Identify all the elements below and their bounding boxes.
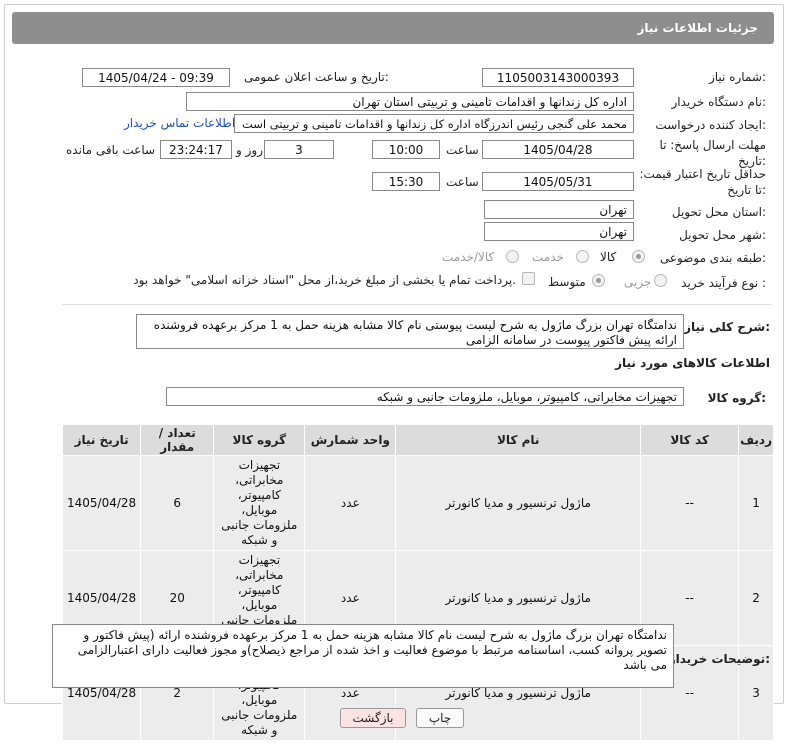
announce-date-label: تاریخ و ساعت اعلان عمومی:: [244, 70, 389, 84]
cell-row: 1: [738, 455, 774, 551]
need-number-label: شماره نیاز:: [708, 70, 766, 84]
purchase-medium-radio[interactable]: [592, 274, 605, 287]
category-goods-service-radio[interactable]: [506, 250, 519, 263]
province-field: تهران: [484, 200, 634, 219]
price-hour-label: ساعت: [446, 175, 479, 189]
cell-row: 2: [738, 550, 774, 646]
buyer-org-field: اداره کل زندانها و اقدامات تامینی و تربی…: [186, 92, 634, 111]
cell-code: --: [640, 455, 740, 551]
price-validity-label: حداقل تاریخ اعتبار قیمت: تا تاریخ:: [639, 167, 766, 197]
cell-group: تجهیزات مخابراتی، کامپیوتر، موبایل، ملزو…: [213, 455, 306, 551]
cell-unit: عدد: [304, 455, 397, 551]
creator-label: ایجاد کننده درخواست:: [655, 118, 766, 132]
page-title-bar: جزئیات اطلاعات نیاز: [12, 12, 774, 44]
description-textarea: ندامتگاه تهران بزرگ ماژول به شرح لیست پی…: [136, 314, 684, 349]
reply-date-field: 1405/04/28: [482, 140, 634, 159]
col-date: تاریخ نیاز: [61, 424, 142, 456]
need-number-field: 1105003143000393: [482, 68, 634, 87]
purchase-minor-label: جزیی: [624, 275, 652, 289]
category-service-label: خدمت: [532, 250, 564, 264]
announce-date-field: 1405/04/24 - 09:39: [82, 68, 230, 87]
category-service-radio[interactable]: [576, 250, 589, 263]
cell-date: 1405/04/28: [61, 455, 142, 551]
category-label: طبقه بندی موضوعی:: [659, 251, 766, 265]
col-qty: تعداد / مقدار: [140, 424, 215, 456]
col-code: کد کالا: [640, 424, 740, 456]
reply-time-field: 10:00: [372, 140, 440, 159]
city-field: تهران: [484, 222, 634, 241]
col-unit: واحد شمارش: [304, 424, 397, 456]
city-label: شهر محل تحویل:: [679, 228, 766, 242]
remaining-time-label: ساعت باقی مانده: [66, 143, 156, 157]
table-header-row: ردیف کد کالا نام کالا واحد شمارش گروه کا…: [61, 424, 774, 456]
table-row[interactable]: 1 -- ماژول ترنسیور و مدیا کانورتر عدد تج…: [61, 455, 774, 551]
description-label: شرح کلی نیاز:: [684, 320, 770, 334]
buyer-notes-textarea: ندامتگاه تهران بزرگ ماژول به شرح لیست نا…: [52, 624, 674, 688]
buyer-notes-label: توضیحات خریدار:: [668, 652, 770, 666]
price-validity-time-field: 15:30: [372, 172, 440, 191]
category-goods-label: کالا: [600, 250, 617, 264]
col-group: گروه کالا: [213, 424, 306, 456]
cell-name: ماژول ترنسیور و مدیا کانورتر: [395, 455, 642, 551]
goods-section-title: اطلاعات کالاهای مورد نیاز: [615, 356, 770, 370]
buyer-contact-link[interactable]: اطلاعات تماس خریدار: [124, 116, 235, 130]
page-title: جزئیات اطلاعات نیاز: [637, 21, 758, 35]
print-button[interactable]: چاپ: [416, 708, 464, 728]
cell-qty: 6: [140, 455, 215, 551]
creator-field: محمد علی گنجی رئیس اندرزگاه اداره کل زند…: [234, 114, 634, 133]
days-remaining-field: 3: [264, 140, 334, 159]
days-label: روز و: [236, 143, 263, 157]
category-goods-radio[interactable]: [632, 250, 645, 263]
col-row: ردیف: [738, 424, 774, 456]
goods-group-label: گروه کالا:: [707, 391, 766, 405]
purchase-minor-radio[interactable]: [654, 274, 667, 287]
treasury-payment-checkbox[interactable]: [522, 272, 535, 285]
province-label: استان محل تحویل:: [671, 205, 766, 219]
reply-deadline-label: مهلت ارسال پاسخ: تا تاریخ:: [659, 138, 766, 168]
purchase-medium-label: متوسط: [548, 275, 586, 289]
remaining-time-field: 23:24:17: [160, 140, 232, 159]
goods-table: ردیف کد کالا نام کالا واحد شمارش گروه کا…: [61, 424, 774, 741]
treasury-payment-note: پرداخت تمام یا بخشی از مبلغ خرید،از محل …: [133, 273, 516, 287]
buyer-org-label: نام دستگاه خریدار:: [671, 95, 767, 109]
purchase-type-label: نوع فرآیند خرید :: [681, 276, 766, 290]
col-name: نام کالا: [395, 424, 642, 456]
goods-group-field: تجهیزات مخابراتی، کامپیوتر، موبایل، ملزو…: [166, 387, 684, 406]
reply-hour-label: ساعت: [446, 143, 479, 157]
category-goods-service-label: کالا/خدمت: [442, 250, 495, 264]
price-validity-date-field: 1405/05/31: [482, 172, 634, 191]
back-button[interactable]: بازگشت: [340, 708, 406, 728]
